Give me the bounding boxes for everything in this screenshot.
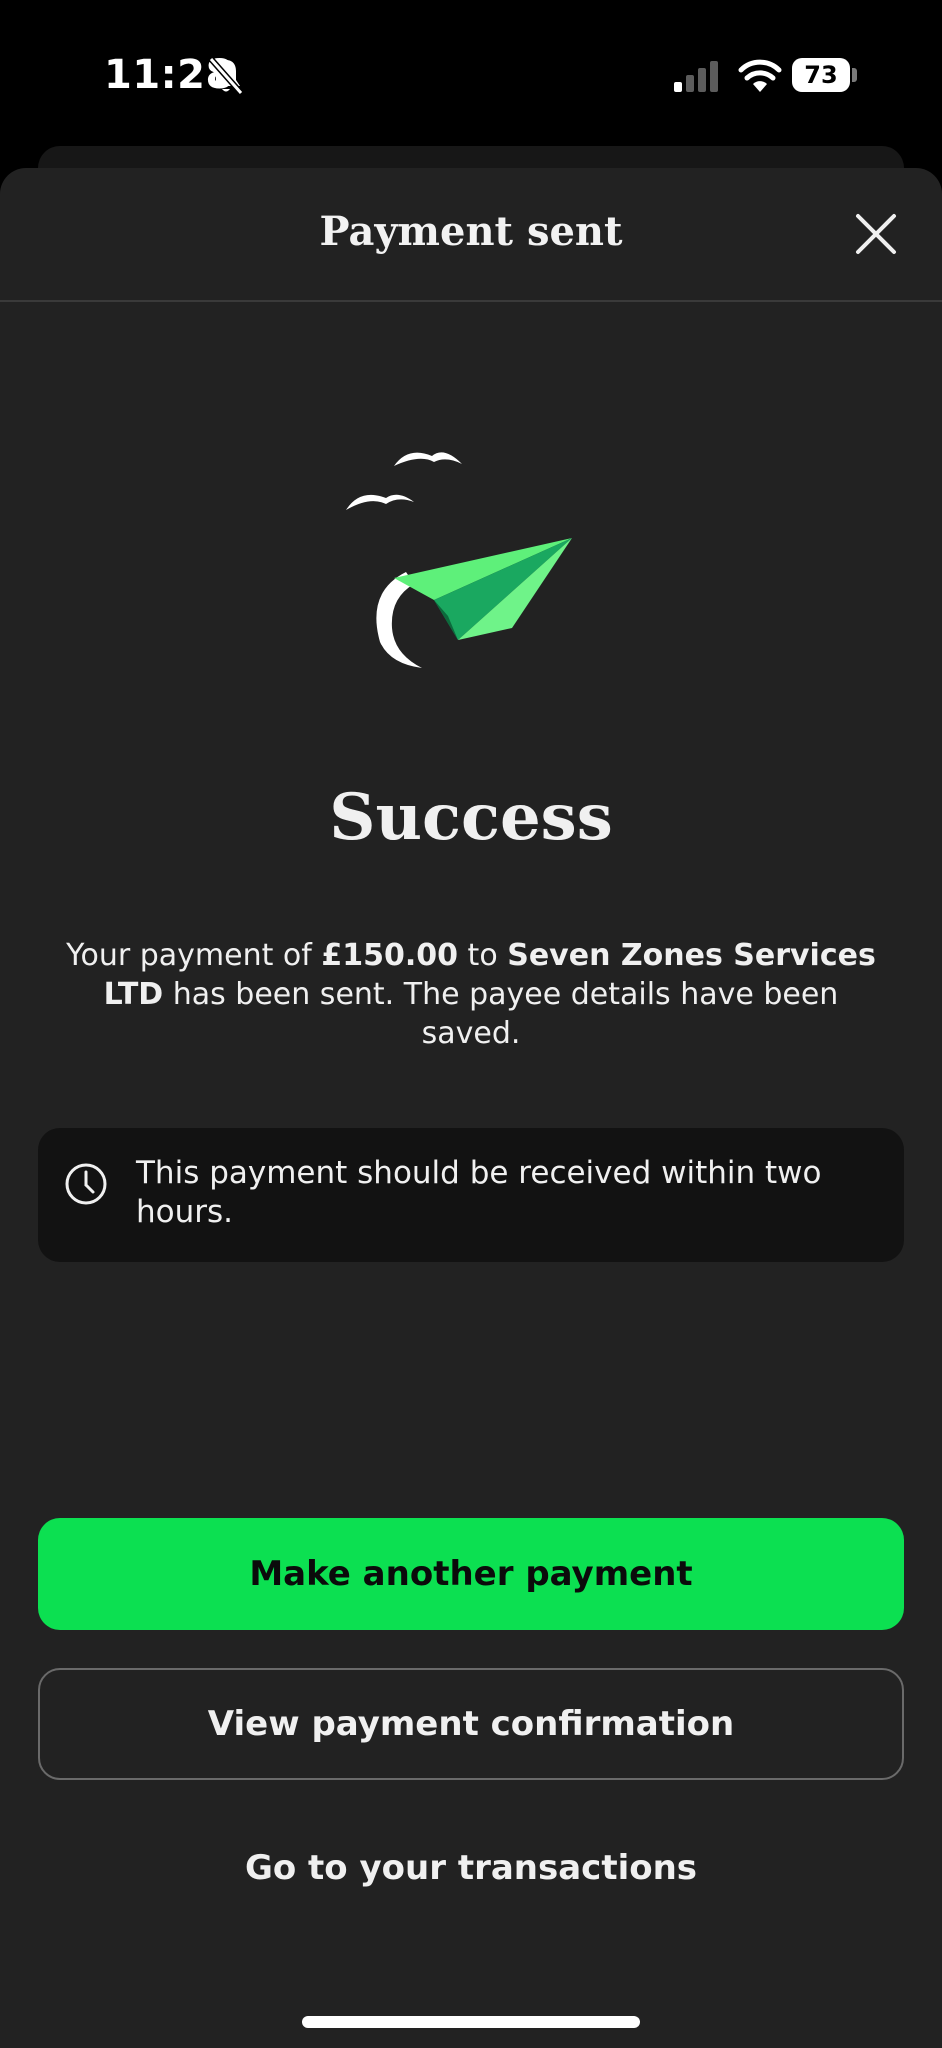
message-text: has been sent. The payee details have be…	[163, 977, 839, 1051]
message-text: Your payment of	[66, 938, 322, 973]
sheet-header: Payment sent	[0, 168, 942, 302]
home-indicator[interactable]	[302, 2016, 640, 2028]
info-notice: This payment should be received within t…	[38, 1128, 904, 1262]
payment-amount: £150.00	[321, 938, 459, 973]
wifi-icon	[738, 59, 782, 92]
close-icon[interactable]	[852, 210, 900, 258]
bell-slash-icon	[208, 57, 244, 95]
signal-icon	[674, 61, 718, 92]
message-text: to	[458, 938, 508, 973]
paper-plane-illustration	[346, 452, 572, 668]
go-to-transactions-link[interactable]: Go to your transactions	[0, 1848, 942, 1888]
clock-icon	[65, 1163, 107, 1205]
make-another-payment-button[interactable]: Make another payment	[38, 1518, 904, 1630]
status-bar: 11:28 73	[0, 0, 942, 140]
bird-icon	[394, 452, 462, 466]
page-title: Payment sent	[319, 208, 623, 255]
info-text: This payment should be received within t…	[136, 1155, 822, 1230]
payment-message: Your payment of £150.00 to Seven Zones S…	[50, 936, 892, 1053]
view-payment-confirmation-button[interactable]: View payment confirmation	[38, 1668, 904, 1780]
battery-icon: 73	[792, 58, 850, 92]
battery-nub	[852, 68, 857, 82]
payment-sent-sheet: Payment sent Success Your payment of £15…	[0, 168, 942, 2048]
bird-icon	[346, 494, 414, 510]
success-title: Success	[329, 780, 613, 855]
